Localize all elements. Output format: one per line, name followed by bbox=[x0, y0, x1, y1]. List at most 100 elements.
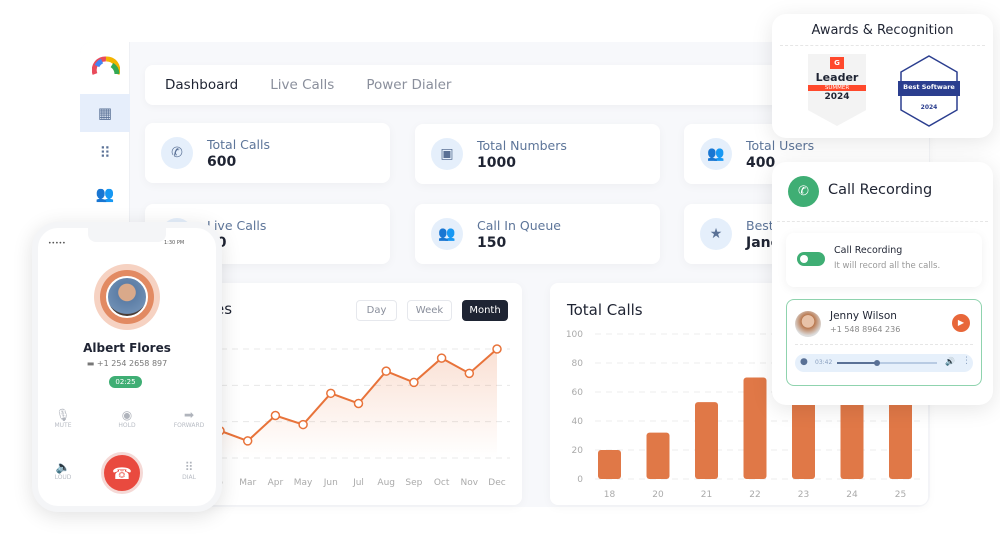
hold-icon: ◉ bbox=[121, 408, 133, 422]
stat-value: 150 bbox=[477, 234, 507, 251]
forward-button[interactable]: ➡ FORWARD bbox=[164, 408, 214, 429]
y-tick-label: 40 bbox=[572, 417, 584, 427]
tab-live-calls[interactable]: Live Calls bbox=[270, 77, 334, 93]
data-point bbox=[409, 377, 419, 388]
y-tick-label: 80 bbox=[572, 359, 584, 369]
forward-icon: ➡ bbox=[183, 408, 195, 422]
caller-number: +1 254 2658 897 bbox=[96, 359, 168, 368]
call-recording-icon: ✆ bbox=[788, 176, 819, 207]
x-tick-label: Oct bbox=[434, 478, 450, 488]
range-week-button[interactable]: Week bbox=[407, 300, 452, 321]
phone-icon: ✆ bbox=[161, 137, 193, 169]
sidebar-item-dashboard[interactable]: ▦ bbox=[80, 94, 130, 132]
awards-card: Awards & Recognition G Leader SUMMER 202… bbox=[772, 14, 993, 138]
stat-card: ✆ Total Calls 600 bbox=[145, 123, 390, 183]
call-recording-title: Call Recording bbox=[828, 182, 933, 198]
bar bbox=[743, 377, 767, 479]
star-icon: ★ bbox=[700, 218, 732, 250]
x-tick-label: Mar bbox=[239, 478, 256, 488]
signal-icon: ••••• bbox=[48, 240, 66, 247]
toggle-description: It will record all the calls. bbox=[834, 261, 941, 271]
data-point bbox=[492, 344, 502, 354]
data-point bbox=[436, 353, 447, 363]
phone-mockup: ••••• 1:30 PM Albert Flores ▬ +1 254 265… bbox=[32, 222, 222, 512]
contact-number: +1 548 8964 236 bbox=[830, 325, 901, 334]
g2-leader-badge: G Leader SUMMER 2024 bbox=[808, 54, 866, 126]
data-point bbox=[298, 419, 308, 430]
tab-power-dialer[interactable]: Power Dialer bbox=[366, 77, 451, 93]
range-day-button[interactable]: Day bbox=[356, 300, 397, 321]
data-point bbox=[242, 436, 253, 446]
range-month-button[interactable]: Month bbox=[462, 300, 508, 321]
dashboard-icon: ▦ bbox=[97, 104, 113, 122]
y-tick-label: 0 bbox=[577, 475, 583, 485]
contact-avatar bbox=[795, 311, 821, 337]
hangup-icon: ☎ bbox=[112, 463, 132, 483]
us-flag-icon: ▬ bbox=[86, 359, 97, 368]
numbers-icon: ▣ bbox=[431, 138, 463, 170]
bar bbox=[646, 432, 670, 479]
sidebar-item-users[interactable]: 👥 bbox=[80, 175, 130, 213]
dialpad-icon: ⠿ bbox=[184, 460, 194, 474]
audio-progress[interactable] bbox=[837, 360, 937, 366]
x-tick-label: 24 bbox=[846, 490, 858, 500]
data-point bbox=[326, 388, 336, 399]
recording-toggle[interactable] bbox=[797, 252, 825, 266]
x-tick-label: Sep bbox=[405, 478, 422, 488]
users-icon: 👥 bbox=[95, 185, 115, 203]
bar-chart-title: Total Calls bbox=[567, 301, 643, 319]
best-software-badge: Best Software 2024 bbox=[898, 54, 960, 128]
data-point bbox=[381, 366, 391, 376]
x-tick-label: Jul bbox=[352, 478, 364, 488]
logo-icon bbox=[92, 56, 120, 75]
avatar bbox=[106, 276, 148, 318]
data-point bbox=[270, 410, 281, 421]
bar bbox=[695, 402, 718, 479]
contact-name: Jenny Wilson bbox=[830, 310, 897, 322]
x-tick-label: 23 bbox=[798, 490, 809, 500]
play-button[interactable]: ▶ bbox=[952, 314, 970, 332]
y-tick-label: 100 bbox=[566, 330, 583, 340]
x-tick-label: 21 bbox=[701, 490, 712, 500]
mute-button[interactable]: 🎙 MUTE bbox=[38, 408, 88, 429]
call-recording-card: ✆ Call Recording Call Recording It will … bbox=[772, 162, 993, 405]
x-tick-label: Jun bbox=[323, 478, 338, 488]
audio-play-icon[interactable]: ● bbox=[800, 357, 808, 367]
queue-icon: 👥 bbox=[431, 218, 463, 250]
stat-value: 1000 bbox=[477, 154, 516, 171]
x-tick-label: Aug bbox=[377, 478, 395, 488]
hold-button[interactable]: ◉ HOLD bbox=[102, 408, 152, 429]
stat-label: Total Numbers bbox=[477, 137, 567, 153]
x-tick-label: Apr bbox=[268, 478, 284, 488]
y-tick-label: 60 bbox=[572, 388, 584, 398]
more-icon[interactable]: ⋮ bbox=[962, 356, 971, 366]
stat-label: Total Users bbox=[746, 137, 815, 153]
stat-label: Live Calls bbox=[207, 217, 267, 233]
stat-card: 👥 Call In Queue 150 bbox=[415, 204, 660, 264]
loud-button[interactable]: 🔈 LOUD bbox=[38, 460, 88, 481]
volume-icon[interactable]: 🔊 bbox=[945, 357, 955, 366]
end-call-button[interactable]: ☎ bbox=[101, 452, 143, 494]
x-tick-label: 25 bbox=[895, 490, 906, 500]
data-point bbox=[464, 368, 475, 379]
y-tick-label: 20 bbox=[572, 446, 584, 456]
stat-label: Call In Queue bbox=[477, 217, 561, 233]
tab-dashboard[interactable]: Dashboard bbox=[165, 77, 238, 93]
x-tick-label: 18 bbox=[604, 490, 616, 500]
stat-card: ▣ Total Numbers 1000 bbox=[415, 124, 660, 184]
g2-logo-icon: G bbox=[830, 57, 844, 69]
phone-status-time: 1:30 PM bbox=[164, 240, 185, 246]
top-tabs: Dashboard Live Calls Power Dialer bbox=[145, 65, 795, 105]
x-tick-label: May bbox=[294, 478, 313, 488]
dial-button[interactable]: ⠿ DIAL bbox=[164, 460, 214, 481]
dialpad-icon: ⠿ bbox=[99, 144, 111, 162]
sidebar-item-dialpad[interactable]: ⠿ bbox=[80, 134, 130, 172]
x-tick-label: Nov bbox=[461, 478, 479, 488]
audio-time: 03:42 bbox=[815, 359, 833, 366]
speaker-icon: 🔈 bbox=[55, 460, 71, 474]
phone-notch bbox=[88, 226, 166, 242]
stat-label: Total Calls bbox=[207, 136, 271, 152]
recording-toggle-row: Call Recording It will record all the ca… bbox=[786, 233, 982, 287]
audio-player: ● 03:42 🔊 ⋮ bbox=[795, 354, 973, 372]
bar bbox=[598, 450, 621, 479]
